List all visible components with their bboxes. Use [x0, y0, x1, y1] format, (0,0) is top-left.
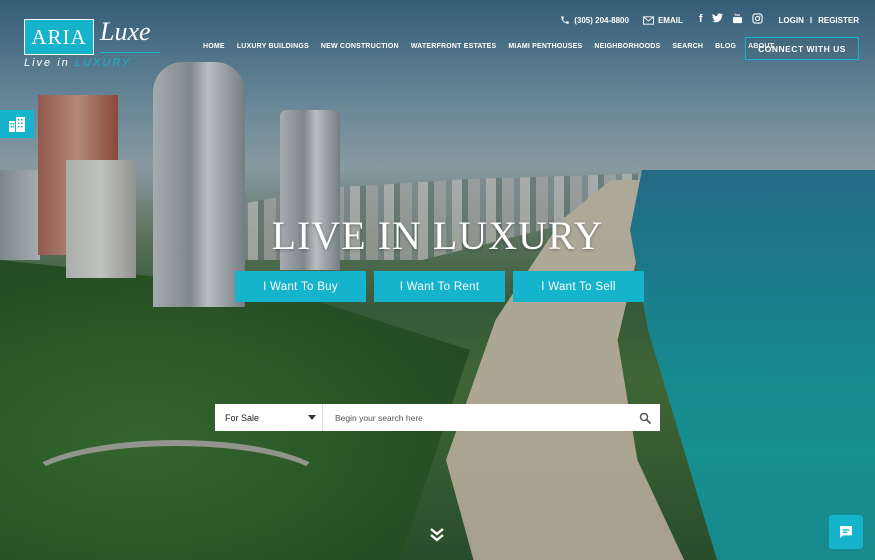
buildings-side-tab[interactable]	[0, 110, 34, 138]
email-label: EMAIL	[657, 15, 683, 25]
youtube-icon[interactable]: You	[732, 13, 743, 27]
site-logo[interactable]: ARIA Luxe Live in LUXURY	[22, 17, 162, 71]
nav-item-new-construction[interactable]: NEW CONSTRUCTION	[321, 43, 399, 50]
phone-number: (305) 204-8800	[574, 15, 629, 25]
search-icon	[639, 412, 651, 424]
nav-item-waterfront-estates[interactable]: WATERFRONT ESTATES	[411, 43, 497, 50]
logo-tagline: Live in LUXURY	[24, 57, 131, 69]
logo-box: ARIA	[24, 19, 94, 55]
chat-button[interactable]	[829, 515, 863, 549]
listing-type-select[interactable]: For Sale	[215, 404, 323, 431]
phone-icon	[561, 16, 569, 24]
social-links: f You	[699, 13, 763, 27]
hero-headline: LIVE IN LUXURY	[271, 213, 604, 258]
tagline-start: Live in	[24, 57, 70, 69]
nav-item-luxury-buildings[interactable]: LUXURY BUILDINGS	[237, 43, 309, 50]
caret-down-icon	[308, 415, 316, 420]
email-link[interactable]: EMAIL	[642, 15, 683, 25]
register-link[interactable]: REGISTER	[818, 16, 859, 25]
search-button[interactable]	[630, 404, 660, 431]
sell-button[interactable]: I Want To Sell	[513, 271, 644, 302]
nav-item-miami-penthouses[interactable]: MIAMI PENTHOUSES	[508, 43, 582, 50]
svg-text:You: You	[734, 13, 740, 17]
double-chevron-down-icon	[430, 528, 444, 542]
nav-item-home[interactable]: HOME	[203, 43, 225, 50]
twitter-icon[interactable]	[711, 13, 723, 27]
main-nav: HOME LUXURY BUILDINGS NEW CONSTRUCTION W…	[203, 43, 774, 50]
rent-button[interactable]: I Want To Rent	[374, 271, 505, 302]
auth-separator: I	[809, 15, 813, 25]
building-icon	[9, 117, 25, 132]
nav-item-search[interactable]: SEARCH	[672, 43, 703, 50]
nav-item-neighborhoods[interactable]: NEIGHBORHOODS	[594, 43, 660, 50]
scroll-down-button[interactable]	[429, 527, 445, 548]
auth-links: LOGIN I REGISTER	[779, 16, 859, 25]
logo-divider	[100, 52, 160, 53]
facebook-icon[interactable]: f	[699, 13, 703, 27]
nav-item-blog[interactable]: BLOG	[715, 43, 736, 50]
chat-icon	[840, 526, 852, 538]
buy-button[interactable]: I Want To Buy	[235, 271, 366, 302]
hero-buttons: I Want To Buy I Want To Rent I Want To S…	[235, 271, 644, 302]
mail-icon	[642, 15, 654, 25]
logo-script: Luxe	[100, 17, 151, 46]
search-input[interactable]	[323, 404, 630, 431]
instagram-icon[interactable]	[751, 13, 763, 27]
tagline-end: LUXURY	[74, 57, 132, 69]
login-link[interactable]: LOGIN	[779, 16, 804, 25]
phone-link[interactable]: (305) 204-8800	[560, 15, 629, 25]
top-bar: (305) 204-8800 EMAIL f You LOGIN I REGIS…	[546, 13, 859, 27]
listing-type-value: For Sale	[225, 412, 260, 423]
connect-button[interactable]: CONNECT WITH US	[745, 37, 859, 60]
search-bar: For Sale	[215, 404, 660, 431]
